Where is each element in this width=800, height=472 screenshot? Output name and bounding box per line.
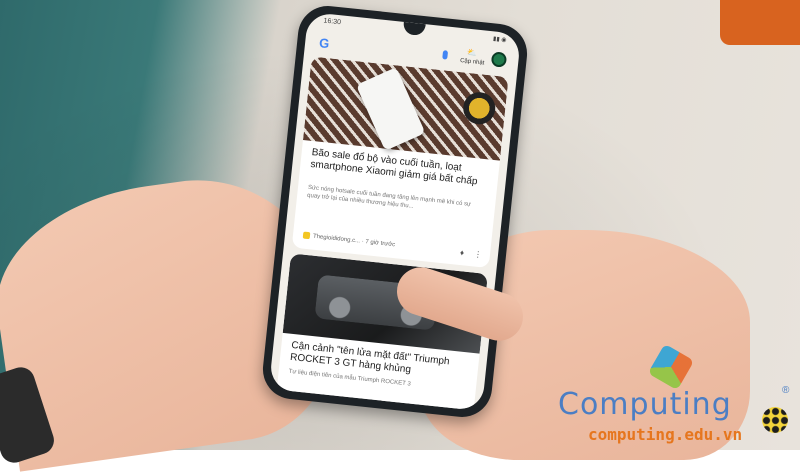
- notch: [402, 21, 426, 37]
- card-meta: Thegioididong.c... · 7 giờ trước: [302, 231, 396, 249]
- computing-logo: Computing ® computing.edu.vn: [550, 343, 800, 450]
- google-logo[interactable]: G: [318, 35, 330, 51]
- logo-name: Computing: [558, 387, 732, 422]
- registered-mark: ®: [782, 385, 790, 396]
- card-image[interactable]: [302, 56, 509, 161]
- card-snippet: Sức nóng hotsale cuối tuần đang tăng lên…: [306, 184, 472, 210]
- source-icon: [302, 231, 311, 240]
- status-time: 16:30: [323, 17, 342, 27]
- phone-screen: 16:30 ▮▮ ◉ G ⛅ Cập nhật Bão sale đổ bộ v…: [268, 11, 522, 412]
- sale-badge-image: [461, 90, 497, 126]
- update-label[interactable]: Cập nhật: [460, 58, 485, 67]
- like-icon[interactable]: ♦: [460, 248, 465, 257]
- card-time: 7 giờ trước: [365, 239, 396, 249]
- cube-logo-icon: [647, 343, 695, 391]
- smartphone: 16:30 ▮▮ ◉ G ⛅ Cập nhật Bão sale đổ bộ v…: [259, 3, 531, 420]
- status-icons: ▮▮ ◉: [492, 36, 507, 44]
- card-source: Thegioididong.c...: [312, 233, 361, 245]
- dots-badge-icon: [762, 407, 788, 433]
- update-icon[interactable]: ⛅: [467, 48, 478, 58]
- news-card[interactable]: Bão sale đổ bộ vào cuối tuần, loạt smart…: [291, 56, 509, 269]
- logo-url: computing.edu.vn: [588, 425, 743, 444]
- more-icon[interactable]: ⋮: [474, 250, 483, 260]
- avatar[interactable]: [490, 51, 508, 68]
- mic-icon[interactable]: [442, 50, 449, 60]
- xiaomi-phone-image: [355, 67, 426, 151]
